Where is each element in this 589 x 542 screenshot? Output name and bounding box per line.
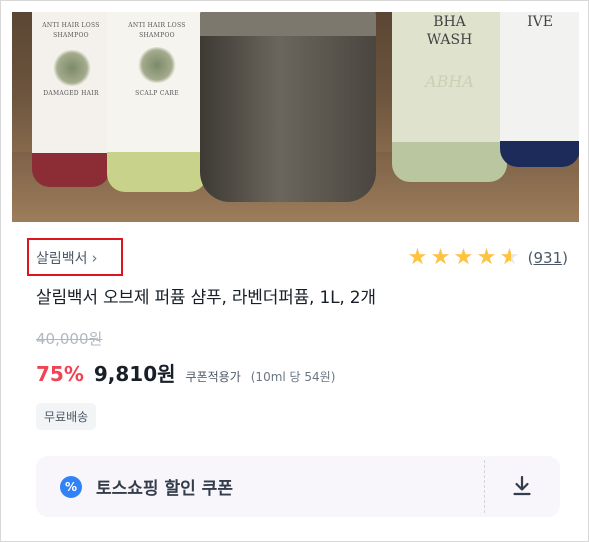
percent-icon: %: [60, 475, 82, 498]
brand-name: 살림백서: [36, 251, 88, 267]
review-count-close-paren: ): [562, 249, 568, 267]
bottle-label-title: ANTI HAIR LOSS: [128, 22, 186, 29]
bottle-navy: IVE: [500, 12, 579, 167]
bottle-label-title: ANTI HAIR LOSS: [42, 22, 100, 29]
bottle-label-subtitle: SHAMPOO: [53, 32, 89, 39]
product-title: 살림백서 오브제 퍼퓸 샴푸, 라벤더퍼퓸, 1L, 2개: [36, 288, 376, 308]
unit-price: (10ml 당 54원): [250, 370, 336, 384]
product-card: ANTI HAIR LOSS SHAMPOO DAMAGED HAIR ANTI…: [0, 0, 589, 542]
original-price: 40,000원: [36, 330, 103, 348]
star-icon: ★ ★: [430, 245, 451, 270]
bottle-label-caption: DAMAGED HAIR: [43, 90, 99, 97]
sale-price: 9,810원: [93, 362, 176, 386]
rating[interactable]: ★ ★ ★ ★ ★ ★ ★ ★ ★ ★ ( 931 ): [408, 247, 568, 269]
bottle-label-caption: ABHA: [425, 72, 474, 91]
star-icon: ★ ★: [476, 245, 497, 270]
bottle-neck: [200, 12, 376, 36]
herb-illustration: [137, 47, 177, 83]
bottle-label-title: IVE: [527, 14, 553, 30]
bottle-label-title: BHA: [433, 14, 466, 30]
product-image[interactable]: ANTI HAIR LOSS SHAMPOO DAMAGED HAIR ANTI…: [12, 12, 579, 222]
chevron-right-icon: ›: [91, 249, 98, 267]
star-icon: ★ ★: [453, 245, 474, 270]
price-row: 75% 9,810원 쿠폰적용가 (10ml 당 54원): [36, 358, 335, 387]
coupon-applied-label: 쿠폰적용가: [185, 370, 241, 384]
bottle-anti-hair-loss-2: ANTI HAIR LOSS SHAMPOO SCALP CARE: [107, 12, 207, 192]
bottle-dark: [200, 12, 376, 202]
bottle-label-subtitle: WASH: [426, 32, 473, 48]
free-shipping-badge: 무료배송: [36, 403, 97, 430]
coupon-divider: [484, 460, 485, 513]
discount-rate: 75%: [36, 362, 84, 386]
bottle-label-subtitle: SHAMPOO: [139, 32, 175, 39]
bottle-label-caption: SCALP CARE: [135, 90, 179, 97]
bottle-bha-wash: BHA WASH ABHA: [392, 12, 507, 182]
review-count-link[interactable]: 931: [534, 249, 563, 267]
brand-link[interactable]: 살림백서 ›: [36, 248, 98, 268]
bottle-anti-hair-loss-1: ANTI HAIR LOSS SHAMPOO DAMAGED HAIR: [32, 12, 110, 187]
herb-illustration: [52, 50, 92, 86]
star-icon: ★ ★: [407, 245, 428, 270]
coupon-banner[interactable]: % 토스쇼핑 할인 쿠폰: [36, 456, 560, 517]
half-star-icon: ★ ★: [499, 245, 520, 270]
coupon-label: 토스쇼핑 할인 쿠폰: [96, 479, 233, 499]
download-icon[interactable]: [510, 474, 534, 498]
